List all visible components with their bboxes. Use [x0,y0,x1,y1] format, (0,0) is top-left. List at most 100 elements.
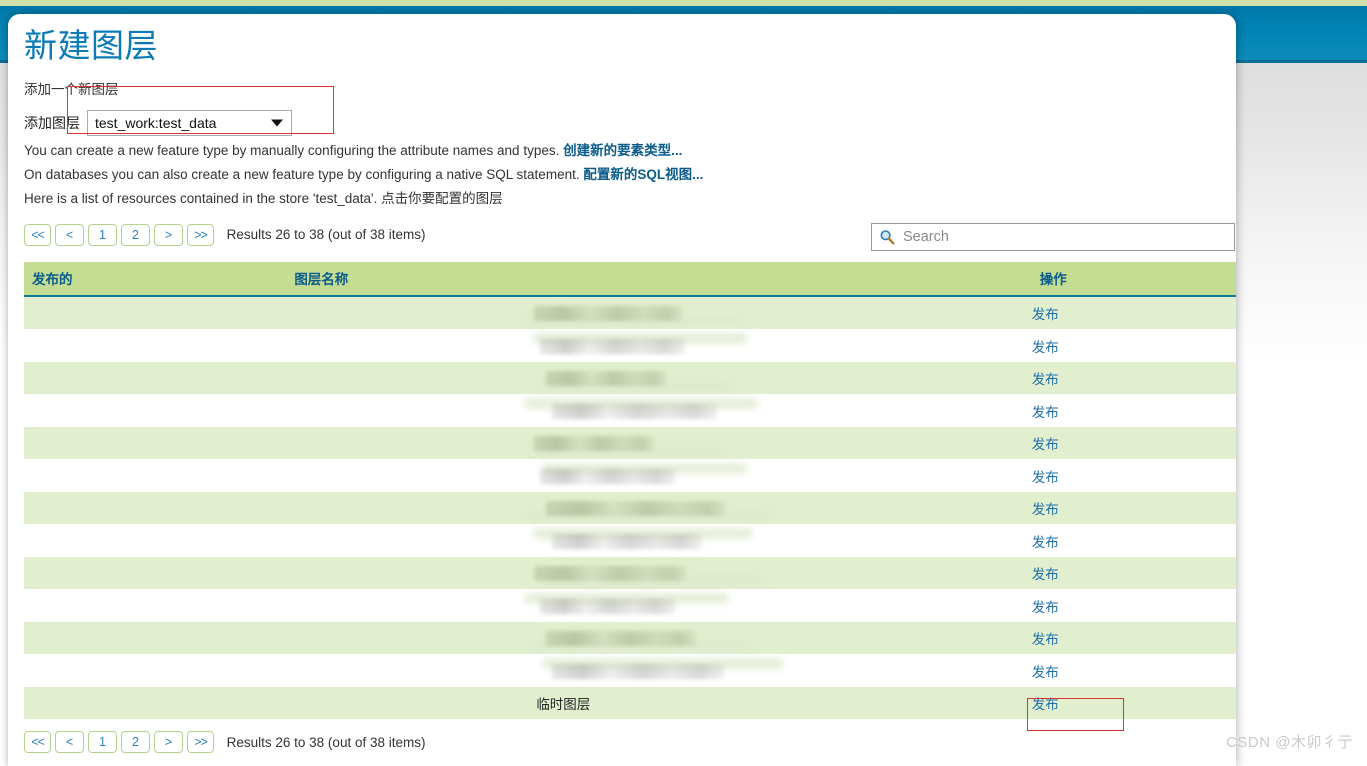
publish-link[interactable]: 发布 [1032,307,1059,322]
pagination-bottom-last-button[interactable]: >> [187,731,214,754]
pagination-next-button[interactable]: > [154,223,183,246]
watermark: CSDN @木卯彳亍 [1226,734,1353,751]
table-row[interactable]: 发布 [24,524,1236,557]
info-line-2: On databases you can also create a new f… [24,164,1236,186]
layers-table-head: 发布的 图层名称 操作 [24,261,1236,297]
configure-sql-view-link[interactable]: 配置新的SQL视图... [583,167,703,182]
redacted-layer-name [534,436,655,452]
cell-published [24,524,287,557]
page-left-rail [8,14,14,766]
store-select[interactable]: test_work:test_data [87,110,292,137]
store-select-wrapper: test_work:test_data [87,110,292,137]
cell-layer-name[interactable] [286,394,1032,427]
content-page: 新建图层 添加一个新图层 添加图层 test_work:test_data Yo… [8,14,1236,766]
cell-published [24,654,287,687]
cell-published [24,621,287,655]
cell-action: 发布 [1031,589,1236,622]
publish-link[interactable]: 发布 [1032,372,1059,387]
cell-layer-name[interactable] [286,654,1032,687]
layer-name-text[interactable]: 临时图层 [536,697,590,712]
cell-layer-name[interactable] [286,589,1032,622]
cell-layer-name[interactable] [286,491,1032,525]
info-line-3: Here is a list of resources contained in… [24,188,1236,210]
pagination-first-button[interactable]: << [24,223,51,246]
publish-link[interactable]: 发布 [1032,437,1059,452]
pagination-bottom-page-2-button[interactable]: 2 [121,731,150,754]
table-toolbar-bottom: << < 1 2 > >> Results 26 to 38 (out of 3… [24,731,1236,757]
cell-layer-name[interactable] [286,621,1032,655]
cell-action: 发布 [1031,459,1236,492]
table-row[interactable]: 发布 [24,361,1236,395]
page-subtitle: 添加一个新图层 [24,82,119,98]
cell-action: 发布 [1031,329,1236,362]
cell-layer-name[interactable] [286,556,1032,590]
info-line-1: You can create a new feature type by man… [24,140,1236,162]
pagination-last-button[interactable]: >> [187,223,214,246]
cell-published [24,295,287,330]
cell-layer-name[interactable] [286,459,1032,492]
search-box[interactable] [871,222,1235,251]
pagination-page-2-button[interactable]: 2 [121,223,150,246]
cell-layer-name[interactable] [286,295,1032,330]
search-input[interactable] [901,224,1234,249]
info-line-3-text: Here is a list of resources contained in… [24,191,503,207]
table-row[interactable]: 发布 [24,329,1236,362]
publish-link[interactable]: 发布 [1032,632,1059,647]
publish-link[interactable]: 发布 [1032,470,1059,485]
redacted-layer-name [552,403,718,419]
table-row[interactable]: 发布 [24,556,1236,590]
pagination-bottom: << < 1 2 > >> [24,731,214,754]
pagination-bottom-page-1-button[interactable]: 1 [88,731,117,754]
table-row[interactable]: 发布 [24,621,1236,655]
redacted-layer-name [546,631,697,647]
publish-link[interactable]: 发布 [1032,567,1059,582]
info-line-2-text: On databases you can also create a new f… [24,167,584,183]
table-row[interactable]: 发布 [24,295,1236,330]
create-feature-type-link[interactable]: 创建新的要素类型... [563,143,682,158]
publish-link[interactable]: 发布 [1032,535,1059,550]
pagination-bottom-prev-button[interactable]: < [55,731,84,754]
table-row[interactable]: 发布 [24,426,1236,460]
publish-link[interactable]: 发布 [1032,600,1059,615]
redacted-layer-name [552,663,725,679]
pagination-bottom-next-button[interactable]: > [154,731,183,754]
publish-link[interactable]: 发布 [1032,502,1059,517]
cell-layer-name[interactable] [286,524,1032,557]
cell-action: 发布 [1031,491,1236,525]
table-row[interactable]: 发布 [24,589,1236,622]
cell-action: 发布 [1031,686,1236,720]
pagination-bottom-first-button[interactable]: << [24,731,51,754]
cell-layer-name[interactable] [286,329,1032,362]
cell-published [24,589,287,622]
add-layer-label: 添加图层 [24,115,80,132]
cell-published [24,491,287,525]
results-count-top: Results 26 to 38 (out of 38 items) [226,227,426,243]
cell-action: 发布 [1031,426,1236,460]
table-row[interactable]: 发布 [24,654,1236,687]
publish-link[interactable]: 发布 [1032,340,1059,355]
cell-action: 发布 [1031,556,1236,590]
column-header-published[interactable]: 发布的 [24,261,287,297]
table-row[interactable]: 发布 [24,394,1236,427]
publish-link[interactable]: 发布 [1032,665,1059,680]
table-row[interactable]: 发布 [24,459,1236,492]
pagination-top: << < 1 2 > >> [24,223,214,246]
redacted-layer-name [534,566,687,582]
cell-layer-name[interactable] [286,426,1032,460]
publish-link[interactable]: 发布 [1032,697,1059,712]
redacted-layer-name [540,598,676,614]
publish-link[interactable]: 发布 [1032,405,1059,420]
cell-action: 发布 [1031,524,1236,557]
table-row[interactable]: 发布 [24,491,1236,525]
cell-layer-name[interactable]: 临时图层 [286,686,1032,720]
pagination-page-1-button[interactable]: 1 [88,223,117,246]
cell-action: 发布 [1031,394,1236,427]
table-row[interactable]: 临时图层 发布 [24,686,1236,720]
cell-published [24,426,287,460]
column-header-layer-name[interactable]: 图层名称 [286,261,1032,297]
column-header-action[interactable]: 操作 [1031,261,1236,297]
cell-layer-name[interactable] [286,361,1032,395]
search-icon [879,229,895,245]
pagination-prev-button[interactable]: < [55,223,84,246]
cell-action: 发布 [1031,295,1236,330]
